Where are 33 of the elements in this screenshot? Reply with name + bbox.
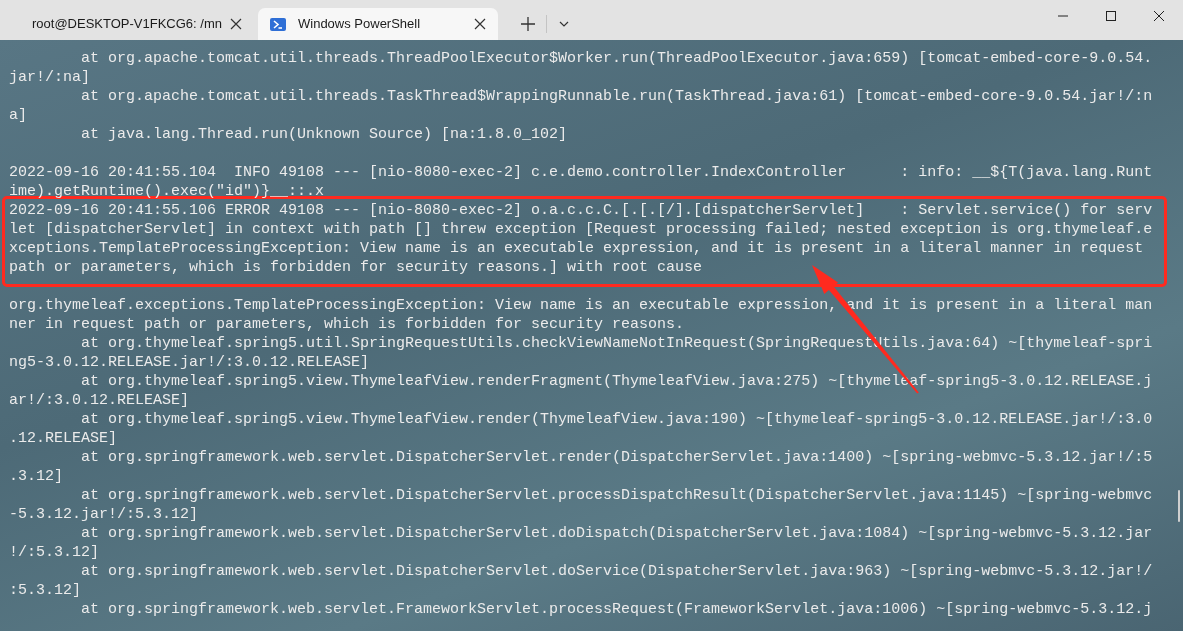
caret-icon — [559, 21, 569, 27]
terminal-tab[interactable]: root@DESKTOP-V1FKCG6: /mn — [8, 8, 248, 40]
terminal-line: .3.12] — [9, 467, 64, 486]
terminal-line: .12.RELEASE] — [9, 429, 119, 448]
maximize-icon — [1106, 11, 1116, 21]
terminal-line: xceptions.TemplateProcessingException: View name is an executable expression, and it is present in a literal manner in request — [9, 239, 1145, 258]
terminal-line: at org.springframework.web.servlet.DispatcherServlet.processDispatchResult(DispatcherServlet.java:1145) ~[spring-webmvc — [80, 486, 1154, 505]
terminal-line: ner in request path or parameters, which is forbidden for security reasons. — [9, 315, 686, 334]
terminal-line: !/:5.3.12] — [9, 543, 100, 562]
terminal-line: ng5-3.0.12.RELEASE.jar!/:3.0.12.RELEASE] — [9, 353, 371, 372]
close-icon — [1154, 11, 1164, 21]
terminal-line: let [dispatcherServlet] in context with path [] threw exception [Request processing failed; nested exception is org.thymeleaf.e — [9, 220, 1154, 239]
plus-icon — [521, 17, 535, 31]
terminal-icon — [270, 16, 286, 32]
scrollbar-thumb[interactable] — [1178, 490, 1180, 522]
terminal-line: :5.3.12] — [9, 581, 82, 600]
terminal-line: at org.springframework.web.servlet.DispatcherServlet.doService(DispatcherServlet.java:963) ~[spring-webmvc-5.3.12.jar!/ — [80, 562, 1154, 581]
terminal-tab[interactable]: Windows PowerShell — [258, 8, 498, 40]
terminal-line: 2022-09-16 20:41:55.106 ERROR 49108 --- [nio-8080-exec-2] o.a.c.c.C.[.[.[/].[dispatcherServlet] : Servlet.service() for serv — [9, 201, 1154, 220]
terminal-line: at org.apache.tomcat.util.threads.ThreadPoolExecutor$Worker.run(ThreadPoolExecutor.java:659) [tomcat-embed-core-9.0.54. — [80, 49, 1154, 68]
terminal-line: at org.springframework.web.servlet.DispatcherServlet.render(DispatcherServlet.java:1400) ~[spring-webmvc-5.3.12.jar!/:5 — [80, 448, 1154, 467]
terminal-line: at org.springframework.web.servlet.DispatcherServlet.doDispatch(DispatcherServlet.java:1084) ~[spring-webmvc-5.3.12.jar — [80, 524, 1154, 543]
terminal-line: a] — [9, 106, 28, 125]
terminal-line: 2022-09-16 20:41:55.104 INFO 49108 --- [nio-8080-exec-2] c.e.demo.controller.IndexController : info: __${T(java.lang.Runt — [9, 163, 1154, 182]
terminal-line: at org.apache.tomcat.util.threads.TaskThread$WrappingRunnable.run(TaskThread.java:61) [tomcat-embed-core-9.0.54.jar!/:n — [80, 87, 1154, 106]
terminal-line: at java.lang.Thread.run(Unknown Source) [na:1.8.0_102] — [80, 125, 569, 144]
terminal-line: at org.thymeleaf.spring5.view.ThymeleafView.render(ThymeleafView.java:190) ~[thymeleaf-spring5-3.0.12.RELEASE.jar!/:3.0 — [80, 410, 1154, 429]
terminal-line: ime).getRuntime().exec("id")}__::.x — [9, 182, 326, 201]
terminal-line: jar!/:na] — [9, 68, 91, 87]
terminal-line: ar!/:3.0.12.RELEASE] — [9, 391, 191, 410]
terminal-line: at org.springframework.web.servlet.FrameworkServlet.processRequest(FrameworkServlet.java:1006) ~[spring-webmvc-5.3.12.j — [80, 600, 1154, 619]
terminal-line: path or parameters, which is forbidden for security reasons.] with root cause — [9, 258, 704, 277]
terminal-line: -5.3.12.jar!/:5.3.12] — [9, 505, 200, 524]
